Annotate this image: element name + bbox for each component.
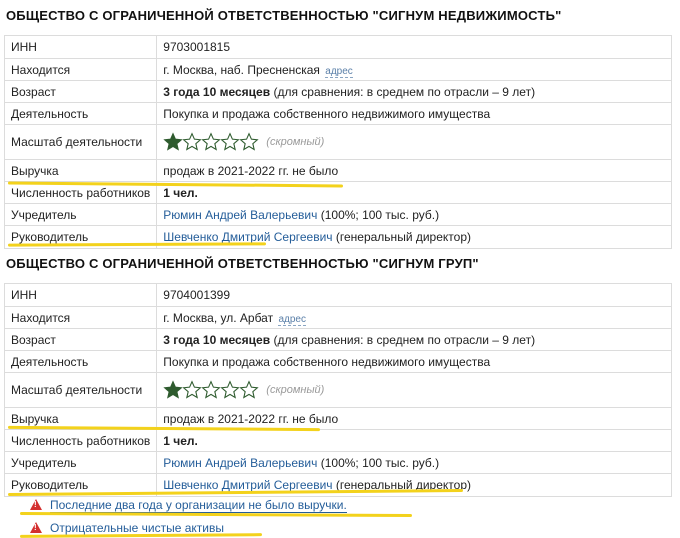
highlight-stroke [19,533,263,538]
founder-share: (100%; 100 тыс. руб.) [320,207,440,222]
label-activity: Деятельность [3,350,158,373]
address-link[interactable]: адрес [325,65,353,78]
value-location: г. Москва, наб. Пресненская [163,62,320,77]
rating-stars [163,380,259,400]
row-location: Находится г. Москва, наб. Пресненская ад… [3,58,672,81]
warning-icon [30,499,42,510]
value-activity: Покупка и продажа собственного недвижимо… [156,350,672,373]
company-title: ОБЩЕСТВО С ОГРАНИЧЕННОЙ ОТВЕТСТВЕННОСТЬЮ… [6,8,562,23]
founder-share: (100%; 100 тыс. руб.) [320,455,440,470]
age-compare: (для сравнения: в среднем по отрасли – 9… [273,332,536,347]
row-revenue: Выручка продаж в 2021-2022 гг. не было [3,159,672,182]
value-location: г. Москва, ул. Арбат [163,310,274,325]
star-empty-icon [239,380,259,399]
label-inn: ИНН [3,35,158,59]
value-revenue: продаж в 2021-2022 гг. не было [156,407,672,430]
star-empty-icon [201,132,221,151]
row-founder: Учредитель Рюмин Андрей Валерьевич (100%… [3,203,672,226]
star-empty-icon [220,132,240,151]
star-empty-icon [220,380,240,399]
star-empty-icon [201,380,221,399]
row-inn: ИНН 9703001815 [3,35,672,59]
label-scale: Масштаб деятельности [3,124,158,160]
label-age: Возраст [3,328,158,351]
warning-no-revenue[interactable]: Последние два года у организации не было… [30,498,347,513]
star-filled-icon [163,132,183,151]
value-revenue: продаж в 2021-2022 гг. не было [156,159,672,182]
star-empty-icon [182,132,202,151]
row-age: Возраст 3 года 10 месяцев (для сравнения… [3,80,672,103]
star-empty-icon [182,380,202,399]
age-compare: (для сравнения: в среднем по отрасли – 9… [273,84,536,99]
rating-stars [163,132,259,152]
row-age: Возраст 3 года 10 месяцев (для сравнения… [3,328,672,351]
value-age: 3 года 10 месяцев [163,84,271,99]
row-employees: Численность работников 1 чел. [3,429,672,452]
value-employees: 1 чел. [163,185,198,200]
label-age: Возраст [3,80,158,103]
label-location: Находится [3,306,158,329]
value-activity: Покупка и продажа собственного недвижимо… [156,102,672,125]
highlight-stroke [19,511,413,518]
address-link[interactable]: адрес [278,313,306,326]
label-location: Находится [3,58,158,81]
row-activity: Деятельность Покупка и продажа собственн… [3,102,672,125]
company-title: ОБЩЕСТВО С ОГРАНИЧЕННОЙ ОТВЕТСТВЕННОСТЬЮ… [6,256,479,271]
label-revenue: Выручка [3,159,158,182]
value-age: 3 года 10 месяцев [163,332,271,347]
director-role: (генеральный директор) [335,230,471,244]
founder-link[interactable]: Рюмин Андрей Валерьевич [163,208,317,222]
warning-text[interactable]: Последние два года у организации не было… [50,498,347,513]
row-activity: Деятельность Покупка и продажа собственн… [3,350,672,373]
label-activity: Деятельность [3,102,158,125]
value-employees: 1 чел. [163,433,198,448]
star-empty-icon [239,132,259,151]
company-info-table: ИНН 9703001815 Находится г. Москва, наб.… [3,35,672,249]
row-founder: Учредитель Рюмин Андрей Валерьевич (100%… [3,451,672,474]
label-founder: Учредитель [3,203,158,226]
row-inn: ИНН 9704001399 [3,283,672,307]
label-employees: Численность работников [3,429,158,452]
label-founder: Учредитель [3,451,158,474]
label-scale: Масштаб деятельности [3,372,158,408]
warning-icon [30,522,42,533]
scale-note: (скромный) [266,136,325,149]
company-info-table: ИНН 9704001399 Находится г. Москва, ул. … [3,283,672,497]
row-location: Находится г. Москва, ул. Арбат адрес [3,306,672,329]
value-inn: 9704001399 [156,283,672,307]
label-inn: ИНН [3,283,158,307]
star-filled-icon [163,380,183,399]
founder-link[interactable]: Рюмин Андрей Валерьевич [163,456,317,470]
row-scale: Масштаб деятельности (скромный) [3,372,672,408]
scale-note: (скромный) [266,384,325,397]
row-scale: Масштаб деятельности (скромный) [3,124,672,160]
value-inn: 9703001815 [156,35,672,59]
